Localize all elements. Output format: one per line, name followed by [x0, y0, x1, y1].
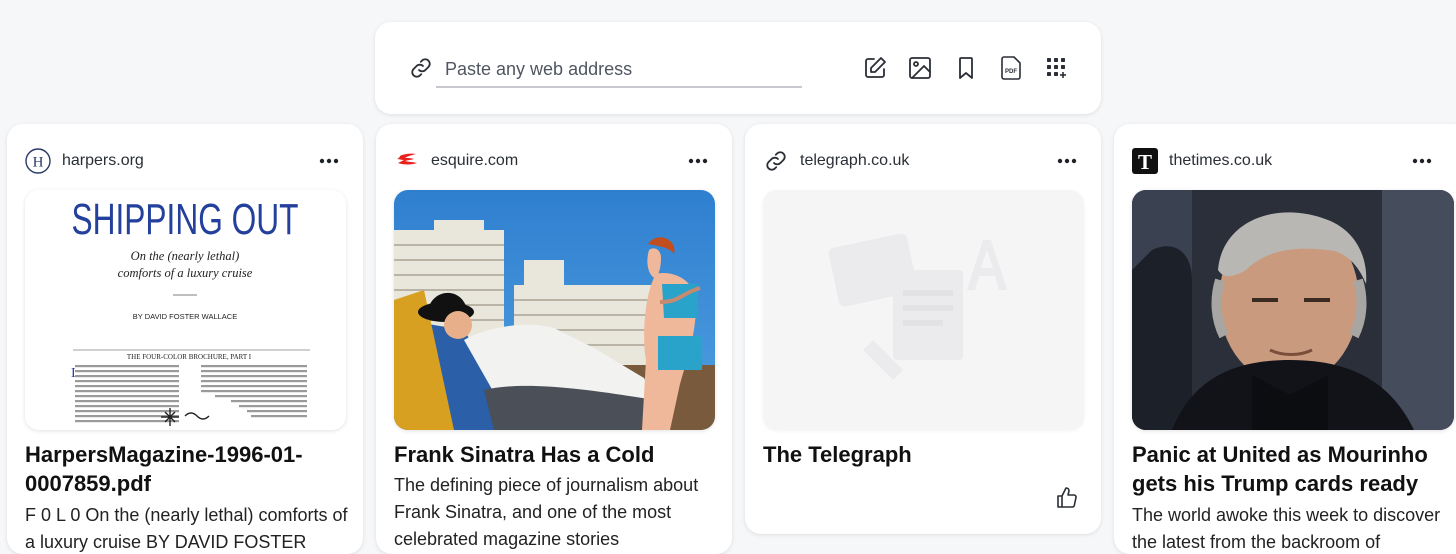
- more-options-icon[interactable]: [1057, 156, 1077, 166]
- more-options-icon[interactable]: [319, 156, 339, 166]
- svg-text:BY DAVID FOSTER WALLACE: BY DAVID FOSTER WALLACE: [133, 312, 237, 321]
- svg-text:THE FOUR-COLOR BROCHURE, PART: THE FOUR-COLOR BROCHURE, PART I: [127, 353, 252, 361]
- svg-text:I: I: [71, 366, 76, 381]
- card-harpers[interactable]: H harpers.org SHIPPING OUT On the (nearl…: [7, 124, 363, 554]
- more-options-icon[interactable]: [1412, 156, 1432, 166]
- card-description: The world awoke this week to discover th…: [1132, 505, 1441, 552]
- svg-text:T: T: [1138, 150, 1152, 174]
- card-thumbnail: [394, 190, 715, 430]
- harpers-favicon: H: [25, 148, 51, 174]
- apps-grid-icon[interactable]: [1044, 55, 1070, 81]
- card-header: T thetimes.co.uk: [1132, 148, 1452, 174]
- esquire-favicon: E: [397, 153, 417, 167]
- thumb-subtitle: On the (nearly lethal) comforts of a lux…: [117, 249, 253, 280]
- note-icon[interactable]: [862, 55, 888, 81]
- thetimes-favicon: T: [1132, 148, 1158, 174]
- pdf-icon[interactable]: PDF: [998, 55, 1024, 81]
- sinatra-photo: [394, 190, 715, 430]
- card-domain: telegraph.co.uk: [800, 152, 910, 169]
- svg-text:PDF: PDF: [1005, 69, 1017, 75]
- svg-text:SHIPPING OUT: SHIPPING OUT: [71, 195, 298, 244]
- mourinho-photo: [1132, 190, 1454, 430]
- card-esquire[interactable]: E esquire.com Frank Sinatra Has a Cold T…: [376, 124, 732, 554]
- card-thumbnail: SHIPPING OUT On the (nearly lethal) comf…: [25, 190, 346, 430]
- card-description: F 0 L 0 On the (nearly lethal) comforts …: [25, 505, 348, 552]
- card-header: telegraph.co.uk: [763, 148, 1083, 174]
- magazine-page-image: SHIPPING OUT On the (nearly lethal) comf…: [25, 190, 346, 430]
- card-domain: harpers.org: [62, 152, 144, 169]
- link-icon: [411, 58, 431, 78]
- url-input[interactable]: [436, 52, 802, 88]
- card-thumbnail: [1132, 190, 1454, 430]
- card-description: The defining piece of journalism about F…: [394, 475, 699, 549]
- thumbs-up-icon[interactable]: [1055, 486, 1079, 510]
- svg-text:H: H: [33, 155, 44, 171]
- card-header: H harpers.org: [25, 148, 345, 174]
- card-telegraph[interactable]: telegraph.co.uk The Telegraph: [745, 124, 1101, 534]
- card-title: HarpersMagazine-1996-01-0007859.pdf: [25, 442, 303, 496]
- card-title: Frank Sinatra Has a Cold: [394, 442, 655, 467]
- card-title: Panic at United as Mourinho gets his Tru…: [1132, 442, 1428, 496]
- card-thetimes[interactable]: T thetimes.co.uk Panic at United as Mour…: [1114, 124, 1456, 554]
- more-options-icon[interactable]: [688, 156, 708, 166]
- card-domain: thetimes.co.uk: [1169, 152, 1273, 169]
- card-title: The Telegraph: [763, 442, 912, 467]
- svg-text:E: E: [407, 165, 408, 167]
- card-thumbnail-placeholder: [763, 190, 1084, 430]
- bookmark-icon[interactable]: [953, 55, 979, 81]
- address-bar: PDF: [375, 22, 1101, 114]
- link-icon: [766, 151, 786, 171]
- card-header: E esquire.com: [394, 148, 714, 174]
- card-domain: esquire.com: [431, 152, 519, 169]
- image-icon[interactable]: [907, 55, 933, 81]
- placeholder-media-icon: [828, 233, 1007, 380]
